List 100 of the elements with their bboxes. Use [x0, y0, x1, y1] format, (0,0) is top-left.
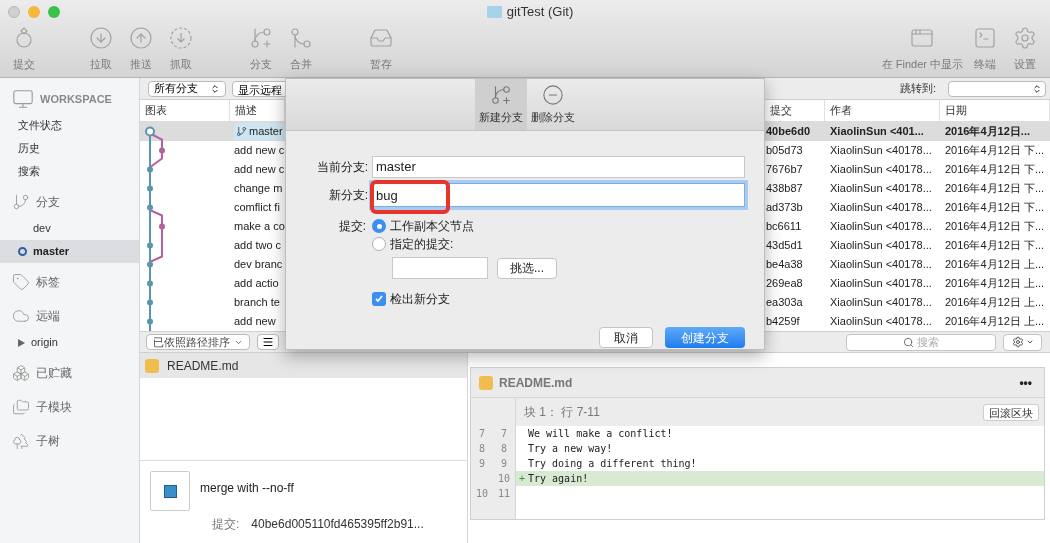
field-label: 提交:	[212, 516, 240, 533]
checkbox[interactable]	[372, 292, 386, 306]
section-title[interactable]: 已贮藏	[36, 364, 72, 382]
pick-button[interactable]: 挑选...	[497, 257, 557, 279]
monitor-icon	[12, 88, 34, 110]
cancel-button[interactable]: 取消	[599, 327, 653, 348]
maximize-window-icon[interactable]	[48, 6, 60, 18]
gear-menu-button[interactable]	[1003, 333, 1042, 351]
revert-hunk-button[interactable]: 回滚区块	[983, 403, 1039, 421]
author-cell-text: XiaolinSun <40178...	[829, 295, 933, 311]
radio-label[interactable]: 指定的提交:	[390, 235, 454, 253]
commit-message: add new c	[234, 143, 285, 159]
author-cell-text: XiaolinSun <40178...	[829, 181, 933, 197]
commit-message: merge with --no-ff	[200, 480, 294, 497]
commit-message: comflict fi	[234, 200, 280, 216]
commit-hash: 40be6d005110fd465395ff2b91...	[251, 516, 424, 533]
section-title[interactable]: 远端	[36, 307, 60, 325]
branch-add-icon	[249, 26, 273, 50]
author-cell-text: XiaolinSun <40178...	[829, 238, 933, 254]
column-header[interactable]: 图表	[140, 100, 230, 121]
minus-circle-icon	[542, 83, 564, 106]
section-title[interactable]: 子树	[36, 432, 60, 450]
radio-button[interactable]	[372, 237, 386, 251]
commit-hash: ad373b	[765, 200, 804, 216]
column-header[interactable]: 作者	[825, 100, 940, 121]
commit-hash: ea303a	[765, 295, 804, 311]
sidebar-item[interactable]: 搜索	[0, 160, 139, 183]
sidebar-item[interactable]: dev	[0, 217, 139, 240]
chevron-icon	[1025, 338, 1034, 346]
checkbox-label[interactable]: 检出新分支	[390, 290, 450, 308]
folders-icon	[12, 398, 30, 416]
date-cell-text: 2016年4月12日 上...	[944, 257, 1046, 273]
code-line: Try again!	[528, 472, 589, 486]
field-label: 新分支:	[327, 187, 369, 204]
input-field[interactable]	[392, 257, 488, 279]
disclosure-triangle-icon[interactable]	[18, 338, 25, 347]
date-cell-text: 2016年4月12日 下...	[944, 143, 1046, 159]
sidebar-item[interactable]: master	[0, 240, 139, 263]
minimize-window-icon[interactable]	[28, 6, 40, 18]
field-label: 提交:	[337, 218, 367, 235]
line-number: 7	[479, 427, 485, 441]
author-cell-text: XiaolinSun <40178...	[829, 200, 933, 216]
branch-icon	[236, 126, 247, 137]
section-title[interactable]: 分支	[36, 193, 60, 211]
commit-hash: 7676b7	[765, 162, 804, 178]
sidebar-item[interactable]: 文件状态	[0, 114, 139, 137]
commit-message: branch te	[234, 295, 280, 311]
date-cell-text: 2016年4月12日 下...	[944, 238, 1046, 254]
code-line: We will make a conflict!	[528, 427, 673, 441]
chevrons-icon	[210, 83, 220, 94]
sheet-tab[interactable]: 删除分支	[527, 79, 579, 130]
file-row[interactable]: README.md	[140, 353, 467, 378]
more-button[interactable]: •••	[1019, 373, 1032, 392]
input-field[interactable]: bug	[372, 183, 745, 207]
search-icon	[903, 336, 914, 348]
date-cell-text: 2016年4月12日 下...	[944, 181, 1046, 197]
sidebar-item[interactable]: 历史	[0, 137, 139, 160]
added-marker: +	[519, 472, 525, 486]
tray-icon	[369, 26, 393, 50]
line-number: 7	[501, 427, 507, 441]
date-cell-text: 2016年4月12日 上...	[944, 314, 1046, 330]
branch-add-icon	[490, 83, 512, 106]
sort-select[interactable]: 已依照路径排序	[146, 334, 250, 350]
commit-message: add actio	[234, 276, 279, 292]
date-cell-text: 2016年4月12日...	[944, 124, 1031, 140]
commit-message: make a co	[234, 219, 285, 235]
column-header[interactable]: 日期	[940, 100, 1050, 121]
line-number: 11	[497, 487, 510, 501]
commit-hash: b05d73	[765, 143, 804, 159]
jump-select[interactable]	[948, 80, 1046, 97]
radio-label[interactable]: 工作副本父节点	[390, 217, 474, 235]
author-cell-text: XiaolinSun <40178...	[829, 314, 933, 330]
commit-message: dev branc	[234, 257, 283, 273]
sheet-tab[interactable]: 新建分支	[475, 79, 527, 130]
line-number: 9	[479, 457, 485, 471]
input-field[interactable]: master	[372, 155, 745, 178]
jump-label: 跳转到:	[899, 81, 936, 97]
date-cell-text: 2016年4月12日 上...	[944, 276, 1046, 292]
author-cell-text: XiaolinSun <40178...	[829, 276, 933, 292]
branch-select[interactable]: 所有分支	[148, 80, 226, 97]
tag-icon	[12, 273, 30, 291]
date-cell-text: 2016年4月12日 下...	[944, 219, 1046, 235]
author-cell-text: XiaolinSun <40178...	[829, 143, 933, 159]
modified-file-icon	[145, 358, 159, 373]
commit-message: add new c	[234, 162, 285, 178]
show-remote-button[interactable]: 显示远程	[232, 80, 288, 97]
list-view-button[interactable]	[257, 334, 279, 350]
line-number: 10	[475, 487, 488, 501]
commit-message: add new	[234, 314, 276, 330]
settings-icon	[1011, 336, 1024, 348]
sidebar-item[interactable]: origin	[0, 331, 139, 354]
list-icon	[262, 336, 274, 348]
commit-hash: 40be6d0	[765, 124, 812, 140]
close-window-icon[interactable]	[8, 6, 20, 18]
commit-hash: 269ea8	[765, 276, 804, 292]
radio-button[interactable]	[372, 219, 386, 233]
commit-hash: b4259f	[765, 314, 801, 330]
file-name: README.md	[499, 374, 573, 392]
section-title[interactable]: 标签	[36, 273, 60, 291]
section-title[interactable]: 子模块	[36, 398, 72, 416]
